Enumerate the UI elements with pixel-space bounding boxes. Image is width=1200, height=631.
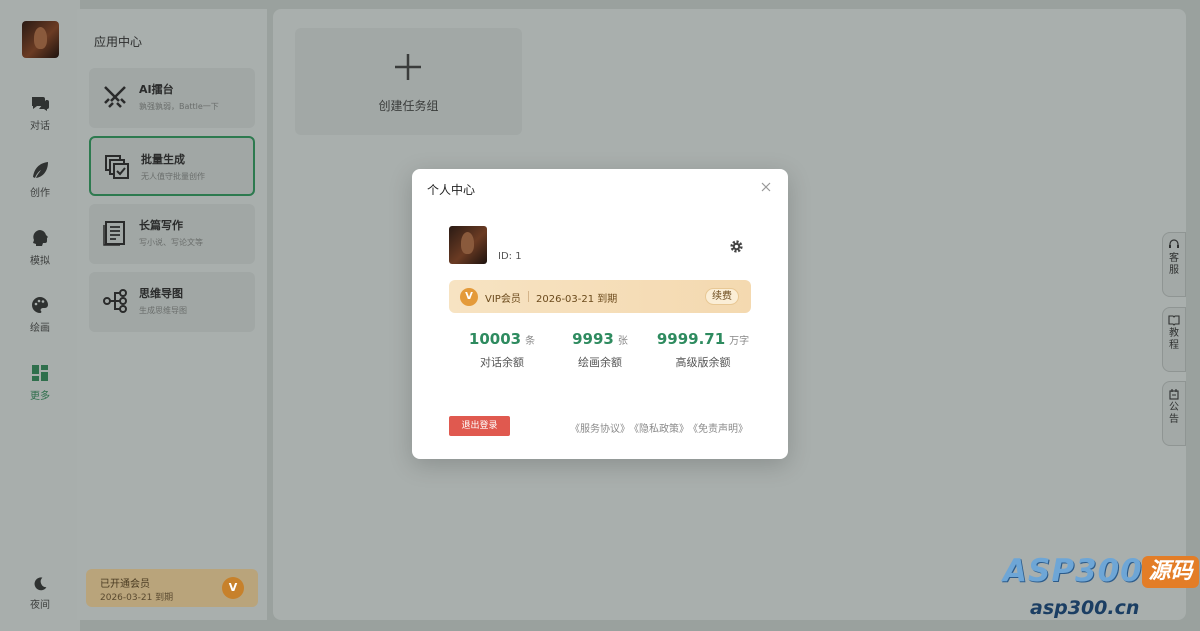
app-subtitle: 无人值守批量创作 [141,172,205,181]
batch-icon [105,155,129,179]
watermark-badge: 源码 [1142,556,1199,588]
left-rail: 对话 创作 模拟 绘画 更多 夜间 [0,0,80,631]
policy-links: 《服务协议》 《隐私政策》 《免责声明》 [566,420,748,435]
grid-icon [32,365,48,381]
nav-label: 绘画 [30,323,50,334]
stat-value: 10003 [468,330,522,348]
nav-item-more[interactable]: 更多 [0,363,80,402]
app-card-arena[interactable]: AI擂台 孰强孰弱，Battle一下 [89,68,255,128]
stat-caption: 绘画余额 [578,356,622,369]
member-expiry: 2026-03-21 到期 [100,593,174,603]
book-icon [1168,315,1180,326]
app-card-longform[interactable]: 长篇写作 写小说、写论文等 [89,204,255,264]
app-subtitle: 写小说、写论文等 [139,238,203,247]
watermark-brand: ASP300 [1003,553,1143,589]
app-title: AI擂台 [139,83,174,96]
side-tab-label: 教程 [1169,328,1179,351]
link-disclaimer[interactable]: 《免责声明》 [693,424,748,435]
app-subtitle: 孰强孰弱，Battle一下 [139,102,219,111]
nav-label: 对话 [30,121,50,132]
chat-icon [32,97,49,111]
member-banner[interactable]: 已开通会员 2026-03-21 到期 V [86,569,258,607]
app-title: 思维导图 [139,287,183,300]
night-label: 夜间 [30,600,50,611]
side-tab-label: 客服 [1169,253,1179,276]
headset-icon [1169,239,1179,248]
create-task-group-card[interactable]: 创建任务组 [295,28,522,135]
swords-icon [104,86,126,108]
night-mode-toggle[interactable]: 夜间 [0,576,80,611]
gear-icon[interactable] [729,239,744,254]
stat-paint-balance: 9993 张 绘画余额 [545,330,655,370]
modal-title: 个人中心 [427,183,476,197]
vip-divider [528,291,529,302]
nav-label: 模拟 [30,256,50,267]
nav-item-paint[interactable]: 绘画 [0,295,80,334]
app-title: 批量生成 [141,153,185,166]
notice-icon [1169,389,1179,400]
plus-icon [395,54,421,80]
app-title: 长篇写作 [139,219,183,232]
side-tab-label: 公告 [1169,402,1179,425]
close-icon[interactable] [760,181,772,193]
feather-icon [33,162,48,178]
vip-bar: V VIP会员 2026-03-21 到期 续费 [449,280,751,313]
moon-icon [34,577,47,591]
avatar[interactable] [22,21,59,58]
app-center-panel: 应用中心 AI擂台 孰强孰弱，Battle一下 批量生成 无人值守批量创作 长篇… [77,9,267,620]
vip-label: VIP会员 [485,294,521,305]
document-icon [103,221,125,246]
app-subtitle: 生成思维导图 [139,306,187,315]
create-task-group-label: 创建任务组 [378,99,439,113]
logout-button[interactable]: 退出登录 [449,416,510,436]
link-privacy-policy[interactable]: 《隐私政策》 [634,424,689,435]
nav-item-simulate[interactable]: 模拟 [0,228,80,267]
user-avatar[interactable] [449,226,487,264]
personal-center-modal: 个人中心 ID: 1 V VIP会员 2026-03-21 到期 续费 1000… [412,169,788,459]
panel-title: 应用中心 [94,35,143,49]
palette-icon [32,297,48,313]
side-tab-support[interactable]: 客服 [1162,232,1186,297]
stat-caption: 对话余额 [480,356,524,369]
vip-badge-icon: V [460,288,478,306]
nav-label: 更多 [30,391,50,402]
side-tab-notice[interactable]: 公告 [1162,381,1186,446]
renew-button[interactable]: 续费 [705,288,739,305]
mindmap-icon [103,289,127,313]
nav-item-create[interactable]: 创作 [0,160,80,199]
stat-unit: 张 [617,336,628,347]
vip-badge-icon: V [222,577,244,599]
stat-chat-balance: 10003 条 对话余额 [447,330,557,370]
nav-label: 创作 [30,188,50,199]
side-tab-tutorial[interactable]: 教程 [1162,307,1186,372]
stat-premium-balance: 9999.71 万字 高级版余额 [648,330,758,370]
vip-expiry: 2026-03-21 到期 [536,294,618,305]
stat-unit: 万字 [729,336,750,347]
stat-value: 9993 [572,330,614,348]
app-card-batch[interactable]: 批量生成 无人值守批量创作 [89,136,255,196]
stat-value: 9999.71 [656,330,726,348]
app-card-mindmap[interactable]: 思维导图 生成思维导图 [89,272,255,332]
stat-caption: 高级版余额 [675,356,731,369]
link-service-agreement[interactable]: 《服务协议》 [570,424,630,435]
head-icon [33,230,48,246]
stat-unit: 条 [525,336,536,347]
member-status: 已开通会员 [100,579,150,590]
nav-item-chat[interactable]: 对话 [0,93,80,132]
watermark-url: asp300.cn [1030,597,1140,619]
user-id: ID: 1 [498,251,522,262]
